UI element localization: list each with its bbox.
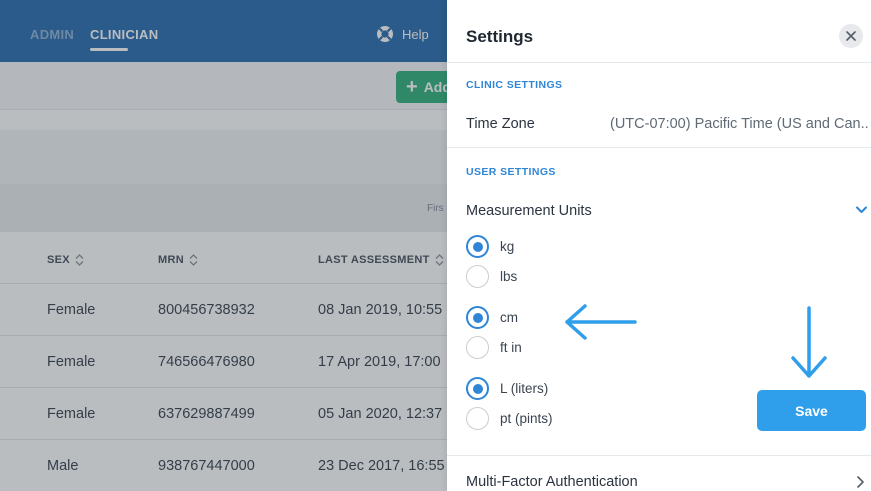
- radio-button[interactable]: [466, 407, 489, 430]
- left-arrow-annotation-icon: [565, 304, 637, 340]
- measurement-units-label[interactable]: Measurement Units: [466, 203, 592, 219]
- down-arrow-annotation-icon: [791, 306, 827, 378]
- radio-label: ft in: [500, 340, 522, 355]
- radio-pints[interactable]: pt (pints): [466, 407, 553, 430]
- radio-cm[interactable]: cm: [466, 306, 518, 329]
- radio-button[interactable]: [466, 377, 489, 400]
- radio-ft-in[interactable]: ft in: [466, 336, 522, 359]
- user-settings-heading: USER SETTINGS: [466, 166, 556, 178]
- divider: [447, 455, 871, 456]
- time-zone-label: Time Zone: [466, 116, 535, 132]
- radio-kg[interactable]: kg: [466, 235, 514, 258]
- radio-label: pt (pints): [500, 411, 553, 426]
- divider: [447, 62, 871, 63]
- divider: [447, 147, 871, 148]
- radio-label: lbs: [500, 269, 518, 284]
- radio-button[interactable]: [466, 306, 489, 329]
- close-button[interactable]: [839, 24, 863, 48]
- radio-button[interactable]: [466, 336, 489, 359]
- clinic-settings-heading: CLINIC SETTINGS: [466, 79, 563, 91]
- save-button[interactable]: Save: [757, 390, 866, 431]
- settings-panel: Settings CLINIC SETTINGS Time Zone (UTC-…: [447, 0, 871, 491]
- radio-label: L (liters): [500, 381, 549, 396]
- close-icon: [846, 31, 856, 41]
- radio-label: kg: [500, 239, 515, 254]
- radio-label: cm: [500, 310, 518, 325]
- multi-factor-authentication-row[interactable]: Multi-Factor Authentication: [466, 474, 638, 490]
- radio-liters[interactable]: L (liters): [466, 377, 548, 400]
- chevron-down-icon[interactable]: [856, 206, 867, 214]
- time-zone-value[interactable]: (UTC-07:00) Pacific Time (US and Can...: [610, 116, 868, 132]
- radio-lbs[interactable]: lbs: [466, 265, 517, 288]
- panel-title: Settings: [466, 27, 534, 46]
- radio-button[interactable]: [466, 265, 489, 288]
- radio-button[interactable]: [466, 235, 489, 258]
- chevron-right-icon[interactable]: [857, 476, 864, 488]
